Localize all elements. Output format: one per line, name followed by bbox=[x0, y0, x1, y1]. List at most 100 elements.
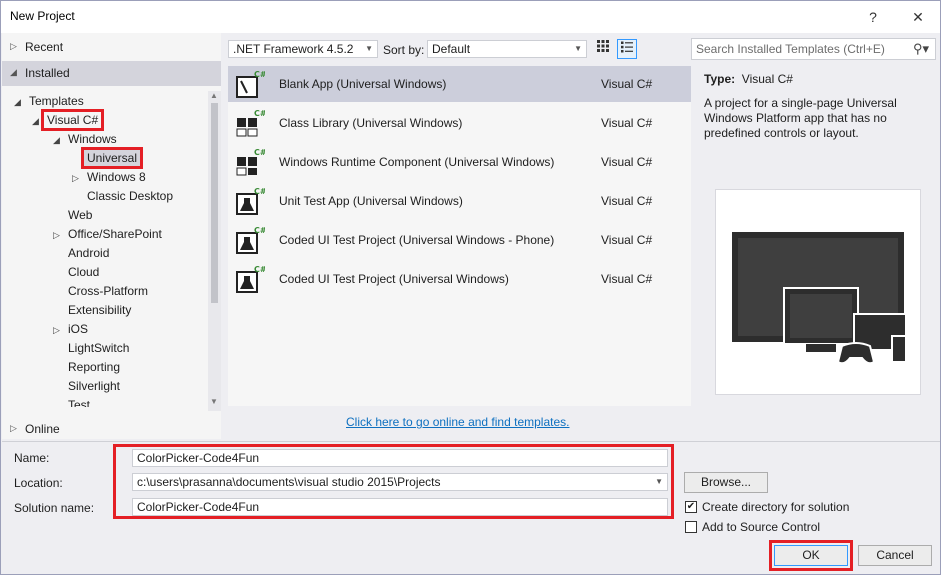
template-list: C# Blank App (Universal Windows) Visual … bbox=[228, 66, 691, 406]
template-preview-image bbox=[715, 189, 921, 395]
source-control-checkbox[interactable] bbox=[685, 521, 697, 533]
tree-section-installed[interactable]: ◢ Installed bbox=[2, 61, 221, 86]
coded-ui-test-icon: C# bbox=[236, 226, 265, 254]
project-settings-panel: Name: Location: Solution name: ColorPick… bbox=[2, 441, 940, 574]
template-language: Visual C# bbox=[601, 155, 653, 169]
template-name: Coded UI Test Project (Universal Windows… bbox=[279, 272, 509, 286]
expand-arrow-icon: ▷ bbox=[72, 173, 79, 183]
expand-arrow-icon: ▷ bbox=[10, 41, 17, 51]
template-row-unit-test-app[interactable]: C# Unit Test App (Universal Windows) Vis… bbox=[228, 183, 691, 219]
tree-node-lightswitch[interactable]: LightSwitch bbox=[53, 340, 132, 359]
template-description: A project for a single-page Universal Wi… bbox=[704, 96, 897, 140]
tree-node-universal[interactable]: Universal bbox=[72, 147, 144, 169]
svg-text:C#: C# bbox=[254, 70, 265, 79]
tree-node-cross-platform[interactable]: Cross-Platform bbox=[53, 283, 151, 302]
template-row-runtime-component[interactable]: C# Windows Runtime Component (Universal … bbox=[228, 144, 691, 180]
location-label: Location: bbox=[14, 476, 63, 490]
universal-devices-icon bbox=[732, 232, 907, 365]
template-language: Visual C# bbox=[601, 272, 653, 286]
tree-node-extensibility[interactable]: Extensibility bbox=[53, 302, 134, 321]
tree-node-windows-8[interactable]: ▷ Windows 8 bbox=[72, 169, 149, 188]
sort-dropdown[interactable]: Default ▼ bbox=[427, 40, 587, 58]
tree-node-windows[interactable]: ◢ Windows bbox=[53, 131, 120, 150]
list-view-icon bbox=[621, 41, 633, 53]
tree-node-cloud[interactable]: Cloud bbox=[53, 264, 102, 283]
window-title: New Project bbox=[10, 9, 75, 23]
small-icons-view-button[interactable] bbox=[593, 39, 613, 59]
svg-text:C#: C# bbox=[254, 187, 265, 196]
help-button[interactable]: ? bbox=[858, 3, 888, 31]
template-name: Windows Runtime Component (Universal Win… bbox=[279, 155, 555, 169]
collapse-arrow-icon: ◢ bbox=[32, 116, 39, 126]
tree-node-test[interactable]: Test bbox=[53, 397, 93, 407]
tree-node-ios[interactable]: ▷ iOS bbox=[53, 321, 91, 340]
collapse-arrow-icon: ◢ bbox=[10, 67, 17, 77]
collapse-arrow-icon: ◢ bbox=[53, 135, 60, 145]
grid-view-icon bbox=[597, 40, 609, 52]
template-name: Blank App (Universal Windows) bbox=[279, 77, 447, 91]
svg-text:C#: C# bbox=[254, 109, 265, 118]
tree-node-classic-desktop[interactable]: Classic Desktop bbox=[72, 188, 176, 207]
name-label: Name: bbox=[14, 451, 50, 465]
tree-node-visual-csharp[interactable]: ◢ Visual C# bbox=[32, 109, 105, 131]
sort-label: Sort by: bbox=[383, 43, 425, 57]
template-name: Class Library (Universal Windows) bbox=[279, 116, 463, 130]
class-library-icon: C# bbox=[236, 109, 265, 137]
tree-node-android[interactable]: Android bbox=[53, 245, 112, 264]
tree-node-templates[interactable]: ◢ Templates bbox=[14, 93, 87, 112]
template-language: Visual C# bbox=[601, 77, 653, 91]
search-input[interactable]: Search Installed Templates (Ctrl+E) bbox=[696, 42, 885, 56]
runtime-component-icon: C# bbox=[236, 148, 265, 176]
cancel-button[interactable]: Cancel bbox=[858, 545, 932, 566]
template-row-coded-ui-phone[interactable]: C# Coded UI Test Project (Universal Wind… bbox=[228, 222, 691, 258]
new-project-dialog: New Project ? ✕ ▷ Recent ◢ Installed ◢ Te… bbox=[0, 0, 941, 575]
scroll-down-icon[interactable]: ▼ bbox=[210, 397, 218, 406]
category-tree: ▷ Recent ◢ Installed ◢ Templates ◢ Visual … bbox=[2, 33, 221, 439]
scroll-up-icon[interactable]: ▲ bbox=[210, 91, 218, 100]
solution-name-label: Solution name: bbox=[14, 501, 95, 515]
chevron-down-icon: ▼ bbox=[365, 44, 373, 53]
expand-arrow-icon: ▷ bbox=[10, 423, 17, 433]
tree-section-recent[interactable]: ▷ Recent bbox=[2, 35, 221, 60]
search-icon[interactable]: ⚲▾ bbox=[913, 41, 929, 57]
template-name: Coded UI Test Project (Universal Windows… bbox=[279, 233, 555, 247]
template-row-class-library[interactable]: C# Class Library (Universal Windows) Vis… bbox=[228, 105, 691, 141]
svg-text:C#: C# bbox=[254, 148, 265, 157]
template-toolbar: .NET Framework 4.5.2 ▼ Sort by: Default … bbox=[228, 39, 688, 61]
tree-node-reporting[interactable]: Reporting bbox=[53, 359, 123, 378]
search-templates-box[interactable]: Search Installed Templates (Ctrl+E) ⚲▾ bbox=[691, 38, 936, 60]
chevron-down-icon: ▼ bbox=[574, 44, 582, 53]
template-row-coded-ui[interactable]: C# Coded UI Test Project (Universal Wind… bbox=[228, 261, 691, 297]
tree-scrollbar[interactable]: ▲ ▼ bbox=[208, 91, 221, 411]
location-input[interactable]: c:\users\prasanna\documents\visual studi… bbox=[132, 473, 668, 491]
tree-section-online[interactable]: ▷ Online bbox=[2, 417, 221, 442]
collapse-arrow-icon: ◢ bbox=[14, 97, 21, 107]
browse-button[interactable]: Browse... bbox=[684, 472, 768, 493]
ok-button[interactable]: OK bbox=[774, 545, 848, 566]
chevron-down-icon[interactable]: ▼ bbox=[655, 477, 663, 486]
template-language: Visual C# bbox=[601, 233, 653, 247]
scrollbar-thumb[interactable] bbox=[211, 103, 218, 303]
close-button[interactable]: ✕ bbox=[903, 3, 933, 31]
template-language: Visual C# bbox=[601, 116, 653, 130]
unit-test-icon: C# bbox=[236, 187, 265, 215]
tree-node-web[interactable]: Web bbox=[53, 207, 95, 226]
project-name-input[interactable]: ColorPicker-Code4Fun bbox=[132, 449, 668, 467]
framework-dropdown[interactable]: .NET Framework 4.5.2 ▼ bbox=[228, 40, 378, 58]
template-language: Visual C# bbox=[601, 194, 653, 208]
tree-node-office-sharepoint[interactable]: ▷ Office/SharePoint bbox=[53, 226, 165, 245]
expand-arrow-icon: ▷ bbox=[53, 325, 60, 335]
create-directory-checkbox[interactable]: ✔ bbox=[685, 501, 697, 513]
coded-ui-test-icon: C# bbox=[236, 265, 265, 293]
template-row-blank-app[interactable]: C# Blank App (Universal Windows) Visual … bbox=[228, 66, 691, 102]
expand-arrow-icon: ▷ bbox=[53, 230, 60, 240]
svg-text:C#: C# bbox=[254, 265, 265, 274]
title-bar: New Project ? ✕ bbox=[1, 1, 940, 33]
solution-name-input[interactable]: ColorPicker-Code4Fun bbox=[132, 498, 668, 516]
find-templates-online-link[interactable]: Click here to go online and find templat… bbox=[346, 415, 569, 429]
template-name: Unit Test App (Universal Windows) bbox=[279, 194, 463, 208]
create-directory-label: Create directory for solution bbox=[702, 500, 850, 514]
tree-node-silverlight[interactable]: Silverlight bbox=[53, 378, 123, 397]
template-type: Type: Visual C# bbox=[704, 72, 793, 86]
list-view-button[interactable] bbox=[617, 39, 637, 59]
